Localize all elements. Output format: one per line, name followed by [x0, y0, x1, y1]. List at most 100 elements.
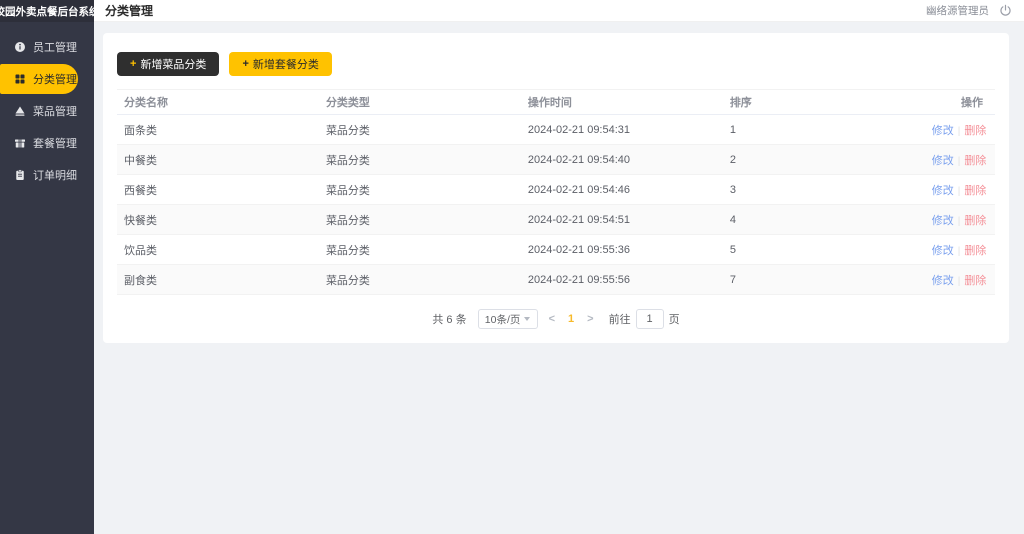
delete-link[interactable]: 删除 [964, 185, 986, 197]
app-title: 校园外卖点餐后台系统 [0, 0, 94, 22]
sidebar: 校园外卖点餐后台系统 员工管理 分类管理 菜品管理 套餐管理 [0, 0, 94, 534]
cell-category-type: 菜品分类 [319, 115, 521, 145]
content-area: + 新增菜品分类 + 新增套餐分类 分类名称 分类类型 操作时间 [94, 22, 1024, 534]
add-dish-category-label: 新增菜品分类 [140, 56, 206, 72]
sidebar-nav: 员工管理 分类管理 菜品管理 套餐管理 订单明细 [0, 22, 94, 192]
cell-actions: 修改 |删除 [925, 235, 995, 265]
edit-link[interactable]: 修改 [932, 125, 954, 137]
cell-actions: 修改 |删除 [925, 265, 995, 295]
add-combo-category-button[interactable]: + 新增套餐分类 [229, 52, 331, 76]
table-row: 饮品类 菜品分类 2024-02-21 09:55:36 5 修改 |删除 [117, 235, 995, 265]
page-size-value: 10条/页 [485, 312, 521, 327]
column-header-time: 操作时间 [521, 90, 723, 115]
sidebar-item-combos[interactable]: 套餐管理 [0, 128, 94, 158]
category-table: 分类名称 分类类型 操作时间 排序 操作 面条类 菜品分类 2024-02-21… [117, 89, 995, 295]
goto-page-input[interactable] [636, 309, 664, 329]
page-title: 分类管理 [105, 2, 153, 19]
prev-page-button[interactable]: < [547, 313, 557, 325]
delete-link[interactable]: 删除 [964, 275, 986, 287]
sidebar-item-label: 订单明细 [33, 167, 77, 183]
table-body: 面条类 菜品分类 2024-02-21 09:54:31 1 修改|删除 中餐类… [117, 115, 995, 295]
clipboard-icon [14, 169, 26, 181]
current-user-name: 幽络源管理员 [926, 3, 989, 18]
top-header: 分类管理 幽络源管理员 [94, 0, 1024, 22]
add-dish-category-button[interactable]: + 新增菜品分类 [117, 52, 219, 76]
cell-actions: 修改 |删除 [925, 175, 995, 205]
cell-actions: 修改 |删除 [925, 205, 995, 235]
cell-category-type: 菜品分类 [319, 175, 521, 205]
table-header-row: 分类名称 分类类型 操作时间 排序 操作 [117, 90, 995, 115]
delete-link[interactable]: 删除 [964, 245, 986, 257]
cell-category-name: 面条类 [117, 115, 319, 145]
plus-icon: + [242, 58, 248, 70]
edit-link[interactable]: 修改 [932, 245, 954, 257]
cell-category-name: 副食类 [117, 265, 319, 295]
link-separator: | [958, 246, 961, 257]
cell-category-type: 菜品分类 [319, 265, 521, 295]
cell-sort-order: 5 [723, 235, 925, 265]
delete-link[interactable]: 删除 [964, 155, 986, 167]
delete-link[interactable]: 删除 [964, 215, 986, 227]
sidebar-item-label: 员工管理 [33, 39, 77, 55]
column-header-type: 分类类型 [319, 90, 521, 115]
grid-icon [14, 73, 26, 85]
cell-operation-time: 2024-02-21 09:55:56 [521, 265, 723, 295]
table-row: 面条类 菜品分类 2024-02-21 09:54:31 1 修改|删除 [117, 115, 995, 145]
edit-link[interactable]: 修改 [932, 155, 954, 167]
table-row: 中餐类 菜品分类 2024-02-21 09:54:40 2 修改 |删除 [117, 145, 995, 175]
goto-label: 前往 [609, 311, 631, 327]
cell-actions: 修改 |删除 [925, 115, 995, 145]
delete-link[interactable]: 删除 [964, 125, 986, 137]
add-combo-category-label: 新增套餐分类 [253, 56, 319, 72]
cell-actions: 修改 |删除 [925, 145, 995, 175]
sidebar-item-label: 分类管理 [33, 71, 77, 87]
cell-category-type: 菜品分类 [319, 205, 521, 235]
cell-operation-time: 2024-02-21 09:54:31 [521, 115, 723, 145]
plus-icon: + [130, 58, 136, 70]
dish-cloche-icon [14, 105, 26, 117]
column-header-actions: 操作 [925, 90, 995, 115]
cell-category-name: 西餐类 [117, 175, 319, 205]
page-suffix-label: 页 [669, 311, 680, 327]
link-separator: | [958, 186, 961, 197]
next-page-button[interactable]: > [585, 313, 595, 325]
page-size-select[interactable]: 10条/页 [478, 309, 538, 329]
total-count: 共 6 条 [432, 311, 466, 327]
sidebar-item-dishes[interactable]: 菜品管理 [0, 96, 94, 126]
cell-operation-time: 2024-02-21 09:55:36 [521, 235, 723, 265]
power-logout-icon[interactable] [999, 4, 1012, 17]
column-header-name: 分类名称 [117, 90, 319, 115]
page-number-1[interactable]: 1 [566, 313, 576, 325]
sidebar-item-categories[interactable]: 分类管理 [0, 64, 78, 94]
cell-category-type: 菜品分类 [319, 235, 521, 265]
cell-sort-order: 4 [723, 205, 925, 235]
sidebar-item-label: 套餐管理 [33, 135, 77, 151]
chevron-down-icon [524, 317, 530, 321]
link-separator: | [958, 216, 961, 227]
cell-sort-order: 7 [723, 265, 925, 295]
edit-link[interactable]: 修改 [932, 215, 954, 227]
column-header-sort: 排序 [723, 90, 925, 115]
cell-category-name: 中餐类 [117, 145, 319, 175]
sidebar-item-label: 菜品管理 [33, 103, 77, 119]
sidebar-item-orders[interactable]: 订单明细 [0, 160, 94, 190]
toolbar: + 新增菜品分类 + 新增套餐分类 [117, 52, 995, 76]
cell-operation-time: 2024-02-21 09:54:46 [521, 175, 723, 205]
table-row: 西餐类 菜品分类 2024-02-21 09:54:46 3 修改 |删除 [117, 175, 995, 205]
link-separator: | [958, 276, 961, 287]
category-card: + 新增菜品分类 + 新增套餐分类 分类名称 分类类型 操作时间 [103, 33, 1009, 343]
gift-box-icon [14, 137, 26, 149]
pagination: 共 6 条 10条/页 < 1 > 前往 页 [117, 309, 995, 329]
edit-link[interactable]: 修改 [932, 185, 954, 197]
sidebar-item-employees[interactable]: 员工管理 [0, 32, 94, 62]
cell-sort-order: 3 [723, 175, 925, 205]
cell-category-type: 菜品分类 [319, 145, 521, 175]
info-circle-icon [14, 41, 26, 53]
cell-category-name: 饮品类 [117, 235, 319, 265]
cell-sort-order: 2 [723, 145, 925, 175]
link-separator: | [958, 156, 961, 167]
link-separator: | [958, 126, 961, 137]
main-area: 分类管理 幽络源管理员 + 新增菜品分类 + 新增套餐分类 [94, 0, 1024, 534]
edit-link[interactable]: 修改 [932, 275, 954, 287]
cell-operation-time: 2024-02-21 09:54:40 [521, 145, 723, 175]
